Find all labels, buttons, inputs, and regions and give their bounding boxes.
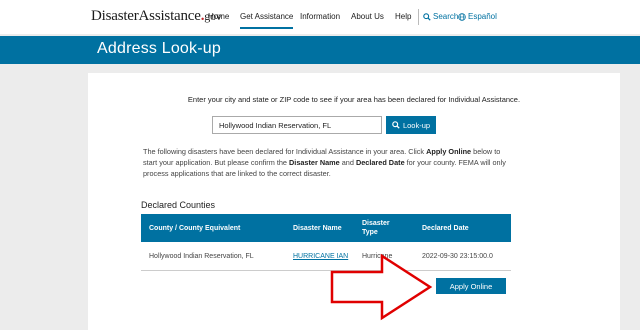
cell-county: Hollywood Indian Reservation, FL bbox=[149, 253, 254, 260]
title-bar: Address Look-up bbox=[0, 36, 640, 64]
search-label: Search bbox=[433, 12, 459, 21]
globe-icon bbox=[458, 12, 466, 21]
logo-name: DisasterAssistance bbox=[91, 8, 201, 24]
nav-get-assistance[interactable]: Get Assistance bbox=[240, 12, 294, 29]
language-label: Español bbox=[468, 12, 497, 21]
declared-counties-heading: Declared Counties bbox=[141, 200, 216, 210]
notice-text-1: The following disasters have been declar… bbox=[143, 147, 427, 156]
nav-help[interactable]: Help bbox=[395, 12, 411, 21]
search-link[interactable]: Search bbox=[423, 12, 458, 21]
lookup-intro: Enter your city and state or ZIP code to… bbox=[187, 95, 521, 104]
nav-about-us[interactable]: About Us bbox=[351, 12, 384, 21]
table-row: Hollywood Indian Reservation, FL HURRICA… bbox=[141, 242, 511, 271]
table-header: County / County Equivalent Disaster Name… bbox=[141, 214, 511, 242]
top-navigation: DisasterAssistance.gov Home Get Assistan… bbox=[0, 0, 640, 34]
search-icon bbox=[392, 121, 400, 129]
search-icon bbox=[423, 12, 431, 21]
notice-disaster-name: Disaster Name bbox=[289, 158, 340, 167]
column-disaster-type-line-1: Disaster bbox=[362, 220, 390, 227]
lookup-button-label: Look-up bbox=[402, 120, 431, 130]
site-logo[interactable]: DisasterAssistance.gov bbox=[91, 8, 222, 25]
notice-declared-date: Declared Date bbox=[355, 158, 405, 167]
column-disaster-type: Disaster Type bbox=[362, 219, 390, 237]
column-county: County / County Equivalent bbox=[149, 225, 241, 232]
column-disaster-name: Disaster Name bbox=[293, 225, 342, 232]
column-declared-date: Declared Date bbox=[422, 225, 469, 232]
notice-apply-online: Apply Online bbox=[426, 147, 472, 156]
nav-home[interactable]: Home bbox=[208, 12, 229, 21]
red-arrow-icon bbox=[330, 253, 433, 321]
column-disaster-type-line-2: Type bbox=[362, 229, 378, 236]
page-title: Address Look-up bbox=[97, 40, 221, 57]
lookup-button[interactable]: Look-up bbox=[386, 116, 436, 134]
nav-divider bbox=[418, 9, 419, 25]
nav-information[interactable]: Information bbox=[300, 12, 340, 21]
address-input[interactable] bbox=[212, 116, 382, 134]
disaster-notice: The following disasters have been declar… bbox=[143, 146, 513, 179]
notice-text-3: and bbox=[339, 158, 356, 167]
language-link[interactable]: Español bbox=[458, 12, 497, 21]
